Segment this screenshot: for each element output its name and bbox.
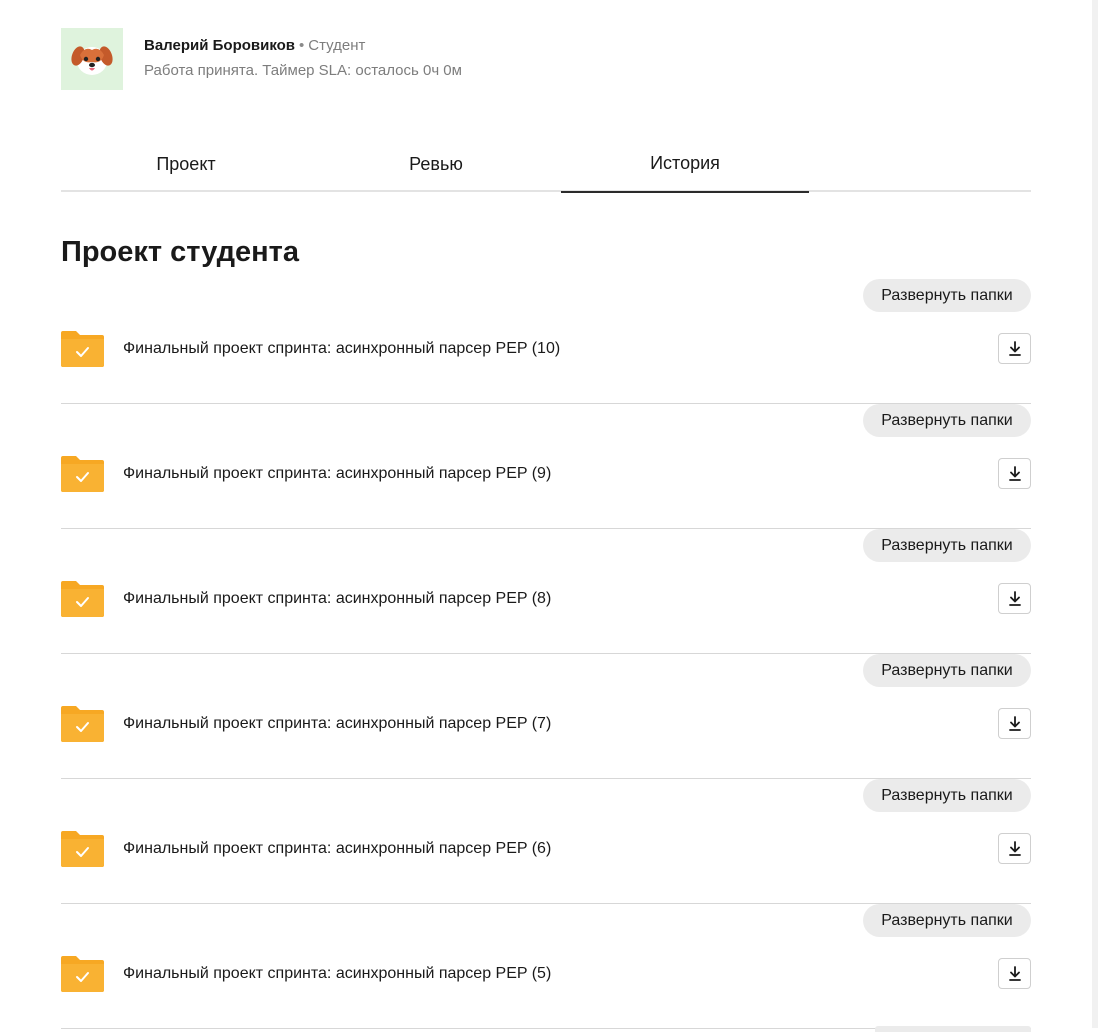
user-info: Валерий Боровиков • Студент bbox=[144, 37, 365, 55]
avatar bbox=[61, 28, 123, 90]
project-list: Развернуть папки Финальный проект спринта… bbox=[61, 279, 1031, 1029]
project-name[interactable]: Финальный проект спринта: асинхронный па… bbox=[123, 339, 560, 359]
project-item: Развернуть папки Финальный проект спринта… bbox=[61, 654, 1031, 779]
folder-check-icon[interactable] bbox=[61, 581, 104, 617]
folder-check-icon[interactable] bbox=[61, 831, 104, 867]
tab-review[interactable]: Ревью bbox=[311, 136, 561, 192]
expand-folders-button[interactable]: Развернуть папки bbox=[863, 279, 1031, 312]
download-icon bbox=[1008, 965, 1022, 982]
project-name[interactable]: Финальный проект спринта: асинхронный па… bbox=[123, 589, 551, 609]
expand-folders-button[interactable]: Развернуть папки bbox=[863, 904, 1031, 937]
project-name[interactable]: Финальный проект спринта: асинхронный па… bbox=[123, 964, 551, 984]
project-item: Развернуть папки Финальный проект спринта… bbox=[61, 529, 1031, 654]
project-name[interactable]: Финальный проект спринта: асинхронный па… bbox=[123, 714, 551, 734]
download-icon bbox=[1008, 465, 1022, 482]
project-name[interactable]: Финальный проект спринта: асинхронный па… bbox=[123, 464, 551, 484]
user-name: Валерий Боровиков bbox=[144, 37, 296, 54]
download-button[interactable] bbox=[998, 958, 1031, 989]
tab-history[interactable]: История bbox=[561, 136, 809, 193]
dog-avatar-icon bbox=[71, 46, 113, 75]
folder-check-icon[interactable] bbox=[61, 331, 104, 367]
expand-folders-button-partial[interactable] bbox=[875, 1026, 1031, 1032]
project-item: Развернуть папки Финальный проект спринта… bbox=[61, 279, 1031, 404]
download-button[interactable] bbox=[998, 333, 1031, 364]
download-icon bbox=[1008, 590, 1022, 607]
expand-folders-button[interactable]: Развернуть папки bbox=[863, 404, 1031, 437]
review-status: Работа принята. Таймер SLA: осталось 0ч … bbox=[144, 62, 462, 79]
tab-project[interactable]: Проект bbox=[61, 136, 311, 192]
folder-check-icon[interactable] bbox=[61, 706, 104, 742]
expand-folders-button[interactable]: Развернуть папки bbox=[863, 779, 1031, 812]
download-button[interactable] bbox=[998, 833, 1031, 864]
project-item: Развернуть папки Финальный проект спринта… bbox=[61, 779, 1031, 904]
scrollbar-track[interactable] bbox=[1092, 0, 1098, 1028]
folder-check-icon[interactable] bbox=[61, 956, 104, 992]
project-item: Развернуть папки Финальный проект спринта… bbox=[61, 904, 1031, 1029]
expand-folders-button[interactable]: Развернуть папки bbox=[863, 529, 1031, 562]
project-item: Развернуть папки Финальный проект спринта… bbox=[61, 404, 1031, 529]
project-name[interactable]: Финальный проект спринта: асинхронный па… bbox=[123, 839, 551, 859]
download-button[interactable] bbox=[998, 708, 1031, 739]
expand-folders-button[interactable]: Развернуть папки bbox=[863, 654, 1031, 687]
download-icon bbox=[1008, 340, 1022, 357]
section-title: Проект студента bbox=[61, 236, 300, 268]
user-separator: • bbox=[299, 37, 305, 54]
folder-check-icon[interactable] bbox=[61, 456, 104, 492]
download-icon bbox=[1008, 715, 1022, 732]
download-button[interactable] bbox=[998, 458, 1031, 489]
download-button[interactable] bbox=[998, 583, 1031, 614]
user-role: Студент bbox=[308, 37, 366, 54]
tab-bar: Проект Ревью История bbox=[61, 136, 1031, 193]
download-icon bbox=[1008, 840, 1022, 857]
